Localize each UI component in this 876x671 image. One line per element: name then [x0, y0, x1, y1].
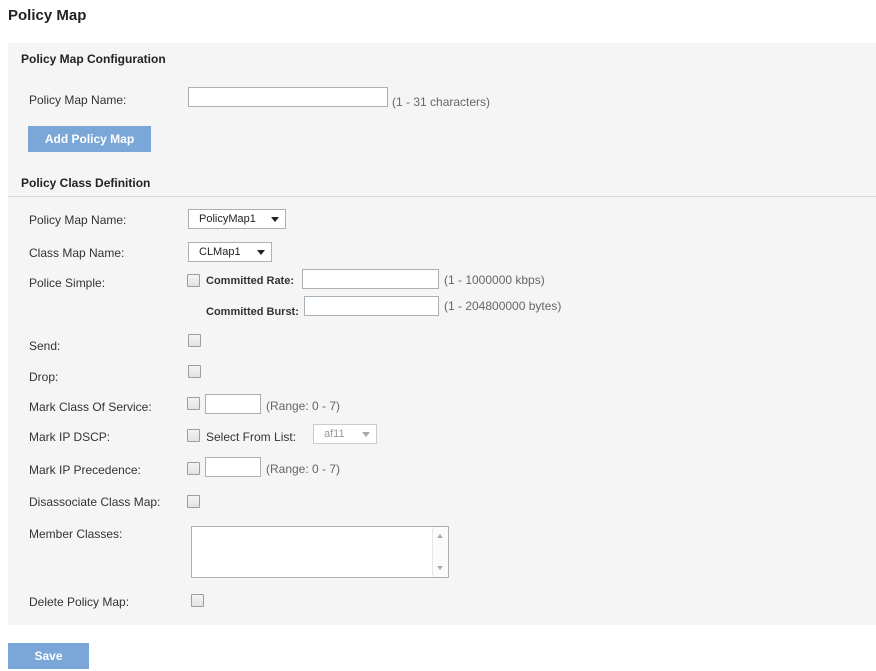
- committed-burst-hint: (1 - 204800000 bytes): [444, 299, 562, 313]
- drop-label: Drop:: [29, 370, 59, 384]
- save-button[interactable]: Save: [8, 643, 89, 669]
- drop-checkbox[interactable]: [188, 365, 201, 378]
- member-classes-scrollbar[interactable]: [432, 527, 448, 577]
- add-policy-map-button[interactable]: Add Policy Map: [28, 126, 151, 152]
- policy-map-panel: Policy Map Configuration Policy Map Name…: [8, 43, 876, 625]
- delete-policy-map-checkbox[interactable]: [191, 594, 204, 607]
- mark-precedence-input[interactable]: [205, 457, 261, 477]
- mark-cos-hint: (Range: 0 - 7): [266, 399, 341, 413]
- mark-dscp-checkbox[interactable]: [187, 429, 200, 442]
- mark-cos-label: Mark Class Of Service:: [29, 400, 152, 414]
- mark-cos-checkbox[interactable]: [187, 397, 200, 410]
- committed-rate-label: Committed Rate:: [206, 275, 295, 287]
- policy-map-name-hint: (1 - 31 characters): [392, 95, 491, 109]
- delete-policy-map-label: Delete Policy Map:: [29, 595, 130, 609]
- send-checkbox[interactable]: [188, 334, 201, 347]
- committed-rate-hint: (1 - 1000000 kbps): [444, 273, 545, 287]
- mark-precedence-checkbox[interactable]: [187, 462, 200, 475]
- member-classes-list[interactable]: [191, 526, 449, 578]
- dscp-select-value: af11: [324, 428, 345, 440]
- committed-burst-label: Committed Burst:: [206, 306, 299, 318]
- class-map-select-value: CLMap1: [199, 246, 241, 258]
- member-classes-label: Member Classes:: [29, 527, 123, 541]
- class-map-name-label: Class Map Name:: [29, 246, 125, 260]
- select-from-list-label: Select From List:: [206, 430, 297, 444]
- chevron-down-icon: [362, 432, 370, 437]
- dscp-select[interactable]: af11: [313, 424, 377, 444]
- committed-rate-input[interactable]: [302, 269, 439, 289]
- section-title-configuration: Policy Map Configuration: [21, 52, 166, 66]
- scroll-down-icon[interactable]: [437, 566, 443, 570]
- chevron-down-icon: [271, 217, 279, 222]
- send-label: Send:: [29, 339, 61, 353]
- scroll-up-icon[interactable]: [437, 534, 443, 538]
- policy-map-name-label: Policy Map Name:: [29, 93, 127, 107]
- police-simple-checkbox[interactable]: [187, 274, 200, 287]
- class-policy-map-name-label: Policy Map Name:: [29, 213, 127, 227]
- disassociate-label: Disassociate Class Map:: [29, 495, 161, 509]
- page-title: Policy Map: [8, 7, 87, 24]
- chevron-down-icon: [257, 250, 265, 255]
- mark-dscp-label: Mark IP DSCP:: [29, 430, 111, 444]
- section-title-definition: Policy Class Definition: [21, 176, 151, 190]
- disassociate-checkbox[interactable]: [187, 495, 200, 508]
- policy-map-select[interactable]: PolicyMap1: [188, 209, 286, 229]
- committed-burst-input[interactable]: [304, 296, 439, 316]
- police-simple-label: Police Simple:: [29, 276, 106, 290]
- mark-precedence-hint: (Range: 0 - 7): [266, 462, 341, 476]
- class-map-select[interactable]: CLMap1: [188, 242, 272, 262]
- policy-map-name-input[interactable]: [188, 87, 388, 107]
- section-divider: [8, 196, 876, 197]
- policy-map-select-value: PolicyMap1: [199, 213, 256, 225]
- mark-precedence-label: Mark IP Precedence:: [29, 463, 141, 477]
- mark-cos-input[interactable]: [205, 394, 261, 414]
